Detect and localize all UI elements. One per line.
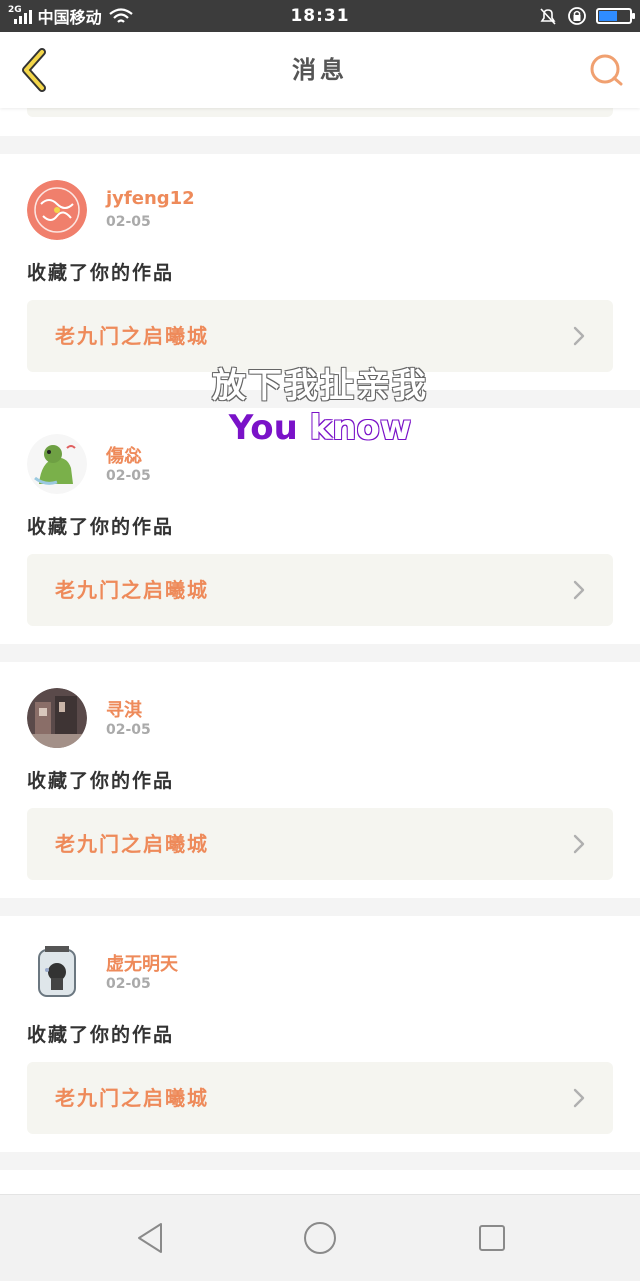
square-recents-icon bbox=[479, 1225, 505, 1251]
status-bar: 2G 中国移动 18:31 bbox=[0, 0, 640, 32]
top-app-bar: 消息 bbox=[0, 32, 640, 108]
previous-card-remnant bbox=[0, 108, 640, 136]
work-title: 老九门之启曦城 bbox=[55, 832, 209, 856]
avatar[interactable] bbox=[27, 688, 87, 748]
chevron-right-icon bbox=[573, 1088, 585, 1108]
chevron-left-icon bbox=[22, 48, 46, 92]
nav-back-button[interactable] bbox=[132, 1220, 168, 1256]
chevron-right-icon bbox=[573, 834, 585, 854]
search-button[interactable] bbox=[586, 50, 626, 90]
avatar[interactable] bbox=[27, 180, 87, 240]
status-right bbox=[538, 0, 635, 32]
message-card: 寻淇 02-05 收藏了你的作品 老九门之启曦城 bbox=[0, 662, 640, 898]
message-card: 虚无明天 02-05 收藏了你的作品 老九门之启曦城 bbox=[0, 916, 640, 1152]
action-text: 收藏了你的作品 bbox=[27, 516, 175, 538]
watermark-you: You bbox=[228, 408, 298, 448]
message-card: jyfeng12 02-05 收藏了你的作品 老九门之启曦城 bbox=[0, 154, 640, 390]
work-title: 老九门之启曦城 bbox=[55, 578, 209, 602]
action-text: 收藏了你的作品 bbox=[27, 262, 175, 284]
search-icon bbox=[590, 54, 623, 86]
watermark-know: know bbox=[309, 408, 412, 448]
system-nav-bar bbox=[0, 1194, 640, 1281]
message-date: 02-05 bbox=[106, 722, 151, 738]
work-link[interactable]: 老九门之启曦城 bbox=[27, 554, 613, 626]
message-list[interactable]: jyfeng12 02-05 收藏了你的作品 老九门之启曦城 傷惢 02-05 … bbox=[0, 108, 640, 1194]
username[interactable]: 寻淇 bbox=[106, 696, 142, 722]
work-link[interactable]: 老九门之启曦城 bbox=[27, 1062, 613, 1134]
username[interactable]: 虚无明天 bbox=[106, 950, 178, 976]
page-title: 消息 bbox=[292, 56, 348, 84]
work-link[interactable]: 老九门之启曦城 bbox=[27, 808, 613, 880]
watermark-line-2: You know bbox=[0, 408, 640, 448]
battery-level-fill bbox=[599, 11, 617, 21]
action-text: 收藏了你的作品 bbox=[27, 770, 175, 792]
work-title: 老九门之启曦城 bbox=[55, 1086, 209, 1110]
message-date: 02-05 bbox=[106, 214, 151, 230]
triangle-back-icon bbox=[138, 1223, 162, 1253]
chevron-right-icon bbox=[573, 580, 585, 600]
action-text: 收藏了你的作品 bbox=[27, 1024, 175, 1046]
next-card-remnant bbox=[0, 1170, 640, 1194]
nav-recents-button[interactable] bbox=[474, 1220, 510, 1256]
watermark-line-1: 放下我扯亲我 bbox=[212, 366, 428, 406]
nav-home-button[interactable] bbox=[302, 1220, 338, 1256]
username[interactable]: jyfeng12 bbox=[106, 188, 195, 209]
avatar[interactable] bbox=[27, 942, 87, 1002]
chevron-right-icon bbox=[573, 326, 585, 346]
previous-work-box bbox=[27, 108, 613, 117]
message-date: 02-05 bbox=[106, 468, 151, 484]
mute-bell-icon bbox=[540, 8, 556, 25]
back-button[interactable] bbox=[14, 48, 54, 92]
battery-icon bbox=[596, 8, 635, 24]
circle-home-icon bbox=[304, 1222, 336, 1254]
rotation-lock-icon bbox=[568, 7, 586, 25]
message-date: 02-05 bbox=[106, 976, 151, 992]
